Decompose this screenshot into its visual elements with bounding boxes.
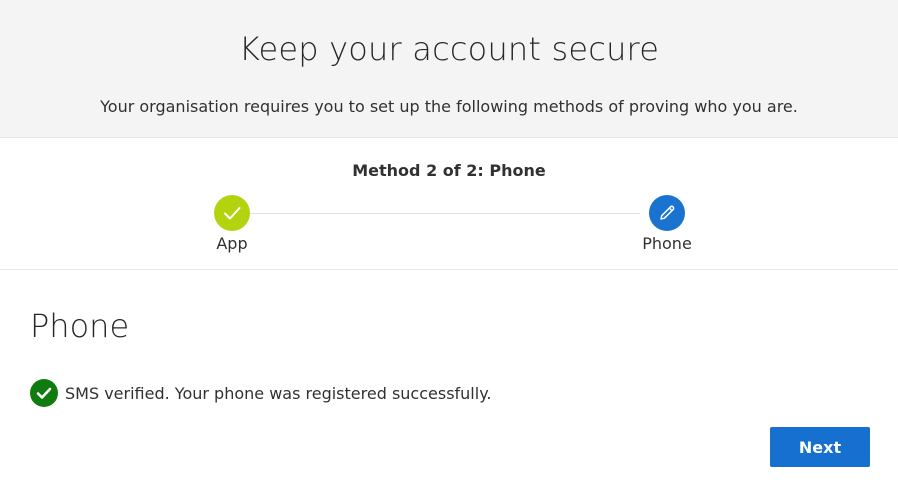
status-message: SMS verified. Your phone was registered … bbox=[30, 378, 491, 408]
success-check-icon bbox=[30, 379, 58, 407]
section-title: Phone bbox=[30, 307, 130, 345]
header: Keep your account secure Your organisati… bbox=[0, 0, 898, 138]
step-app-indicator bbox=[214, 195, 250, 231]
method-progress: Method 2 of 2: Phone App Phone bbox=[0, 138, 898, 270]
page-subtitle: Your organisation requires you to set up… bbox=[100, 97, 798, 116]
next-button[interactable]: Next bbox=[770, 427, 870, 467]
step-app-label: App bbox=[216, 234, 248, 253]
method-step-label: Method 2 of 2: Phone bbox=[352, 161, 546, 180]
status-text: SMS verified. Your phone was registered … bbox=[65, 383, 492, 403]
pencil-icon bbox=[660, 205, 675, 220]
page-title: Keep your account secure bbox=[238, 30, 660, 68]
progress-connector-line bbox=[250, 213, 640, 214]
step-phone-label: Phone bbox=[642, 234, 692, 253]
page: Keep your account secure Your organisati… bbox=[0, 0, 898, 498]
checkmark-icon bbox=[224, 207, 241, 220]
step-phone-indicator bbox=[649, 195, 685, 231]
